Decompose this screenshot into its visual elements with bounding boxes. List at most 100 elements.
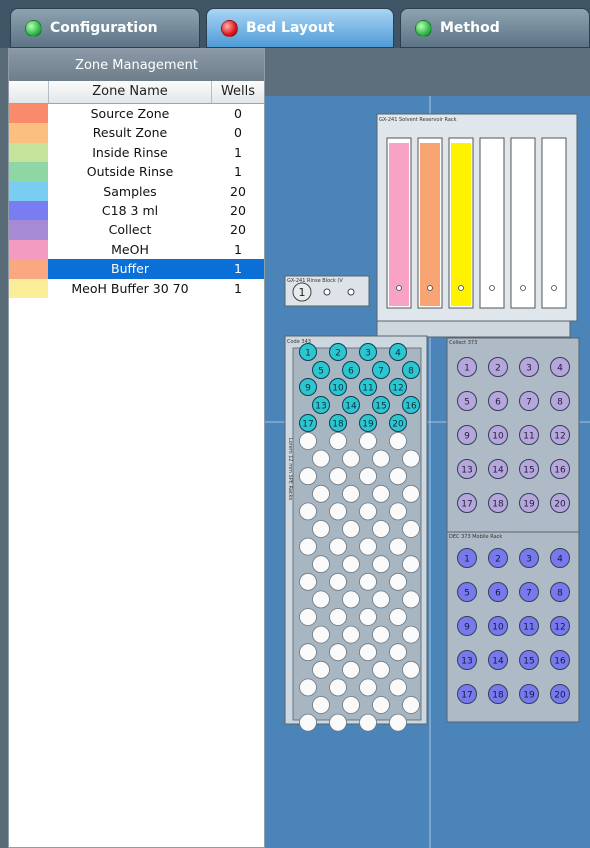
empty-well[interactable]: [402, 696, 420, 714]
empty-well[interactable]: [299, 678, 317, 697]
empty-well[interactable]: [389, 713, 407, 732]
tab-method[interactable]: Method: [400, 8, 590, 48]
empty-well[interactable]: [372, 555, 390, 574]
sample-rack[interactable]: Code 343 Lorem 12 mm SPE Racks 1 2 3 45 6 7 89…: [284, 335, 428, 732]
empty-well[interactable]: [402, 520, 420, 538]
empty-well[interactable]: [299, 502, 317, 521]
empty-well[interactable]: [312, 660, 330, 679]
empty-well[interactable]: [329, 502, 347, 521]
zone-row[interactable]: Source Zone 0: [9, 104, 264, 124]
empty-well[interactable]: [299, 572, 317, 591]
empty-well[interactable]: [342, 555, 360, 574]
empty-well[interactable]: [329, 608, 347, 626]
zone-row[interactable]: Outside Rinse 1: [9, 162, 264, 182]
empty-well[interactable]: [299, 467, 317, 486]
empty-well[interactable]: [329, 678, 347, 697]
empty-well[interactable]: [372, 625, 390, 644]
zone-row[interactable]: Samples 20: [9, 181, 264, 201]
empty-well[interactable]: [329, 537, 347, 556]
zone-name-header[interactable]: Zone Name: [49, 81, 212, 103]
empty-well[interactable]: [372, 449, 390, 468]
wells-header[interactable]: Wells: [212, 81, 264, 103]
zone-row[interactable]: MeOH 1: [9, 239, 264, 260]
empty-well[interactable]: [359, 467, 377, 486]
empty-well[interactable]: [359, 432, 377, 450]
empty-well[interactable]: [389, 537, 407, 556]
zone-row[interactable]: Buffer 1: [9, 259, 264, 279]
empty-well[interactable]: [329, 713, 347, 732]
bed-layout-canvas[interactable]: GX-241 Solvent Reservoir Rack GX-241 Rin…: [265, 48, 590, 848]
empty-well[interactable]: [342, 696, 360, 714]
zone-row[interactable]: MeoH Buffer 30 70 1: [9, 278, 264, 298]
empty-well[interactable]: [359, 713, 377, 732]
empty-well[interactable]: [359, 608, 377, 626]
empty-well[interactable]: [389, 678, 407, 697]
empty-well[interactable]: [372, 484, 390, 503]
empty-well[interactable]: [299, 432, 317, 450]
empty-well[interactable]: [342, 660, 360, 679]
empty-well[interactable]: [312, 590, 330, 609]
zone-row[interactable]: C18 3 ml 20: [9, 200, 264, 221]
empty-well[interactable]: [342, 625, 360, 644]
empty-well[interactable]: [312, 520, 330, 538]
empty-well[interactable]: [359, 678, 377, 697]
empty-well[interactable]: [299, 713, 317, 732]
empty-well[interactable]: [372, 590, 390, 609]
empty-well[interactable]: [402, 625, 420, 644]
empty-well[interactable]: [389, 608, 407, 626]
reservoir-bottle[interactable]: [510, 137, 536, 309]
reservoir-bottle[interactable]: [448, 137, 474, 309]
reservoir-bottle[interactable]: [479, 137, 505, 309]
empty-well[interactable]: [389, 502, 407, 521]
empty-well[interactable]: [402, 484, 420, 503]
empty-well[interactable]: [329, 572, 347, 591]
zone-row[interactable]: Inside Rinse 1: [9, 142, 264, 163]
tab-configuration[interactable]: Configuration: [10, 8, 200, 48]
rack-well-label: 20: [554, 500, 566, 510]
empty-well[interactable]: [299, 608, 317, 626]
empty-well[interactable]: [342, 484, 360, 503]
empty-well[interactable]: [402, 555, 420, 574]
reservoir-bottle[interactable]: [386, 137, 412, 309]
empty-well[interactable]: [329, 467, 347, 486]
mobile-rack[interactable]: DEC 373 Mobile Rack 1 2 3 45 6 7 89 10 11 1213 14 1…: [446, 531, 580, 723]
tab-bed-layout[interactable]: Bed Layout: [206, 8, 394, 48]
empty-well[interactable]: [312, 484, 330, 503]
empty-well[interactable]: [389, 432, 407, 450]
empty-well[interactable]: [359, 537, 377, 556]
empty-well[interactable]: [389, 467, 407, 486]
zone-name-cell: MeOH: [111, 241, 149, 257]
empty-well[interactable]: [372, 696, 390, 714]
empty-well[interactable]: [359, 502, 377, 521]
rinse-port[interactable]: [323, 288, 331, 296]
empty-well[interactable]: [402, 449, 420, 468]
empty-well[interactable]: [312, 625, 330, 644]
empty-well[interactable]: [402, 660, 420, 679]
empty-well[interactable]: [359, 643, 377, 662]
zone-row[interactable]: Collect 20: [9, 220, 264, 240]
empty-well[interactable]: [312, 555, 330, 574]
rinse-block[interactable]: GX-241 Rinse Block (V 1: [284, 275, 370, 307]
empty-well[interactable]: [372, 660, 390, 679]
empty-well[interactable]: [299, 537, 317, 556]
rinse-port[interactable]: [347, 288, 355, 296]
empty-well[interactable]: [372, 520, 390, 538]
zone-row[interactable]: Result Zone 0: [9, 123, 264, 143]
empty-well[interactable]: [299, 643, 317, 662]
empty-well[interactable]: [342, 590, 360, 609]
empty-well[interactable]: [329, 432, 347, 450]
rack-well-label: 1: [464, 555, 470, 565]
empty-well[interactable]: [402, 590, 420, 609]
empty-well[interactable]: [312, 449, 330, 468]
empty-well[interactable]: [389, 643, 407, 662]
empty-well[interactable]: [359, 572, 377, 591]
empty-well[interactable]: [342, 520, 360, 538]
empty-well[interactable]: [389, 572, 407, 591]
reservoir-bottle[interactable]: [417, 137, 443, 309]
empty-well[interactable]: [342, 449, 360, 468]
empty-well[interactable]: [312, 696, 330, 714]
reservoir-bottle[interactable]: [541, 137, 567, 309]
solvent-reservoir-rack[interactable]: GX-241 Solvent Reservoir Rack: [376, 113, 578, 322]
empty-well[interactable]: [329, 643, 347, 662]
collect-rack[interactable]: Collect 373 1 2 3 45 6 7 89 10 11 1213 14 15 1617 18 1…: [446, 337, 580, 533]
